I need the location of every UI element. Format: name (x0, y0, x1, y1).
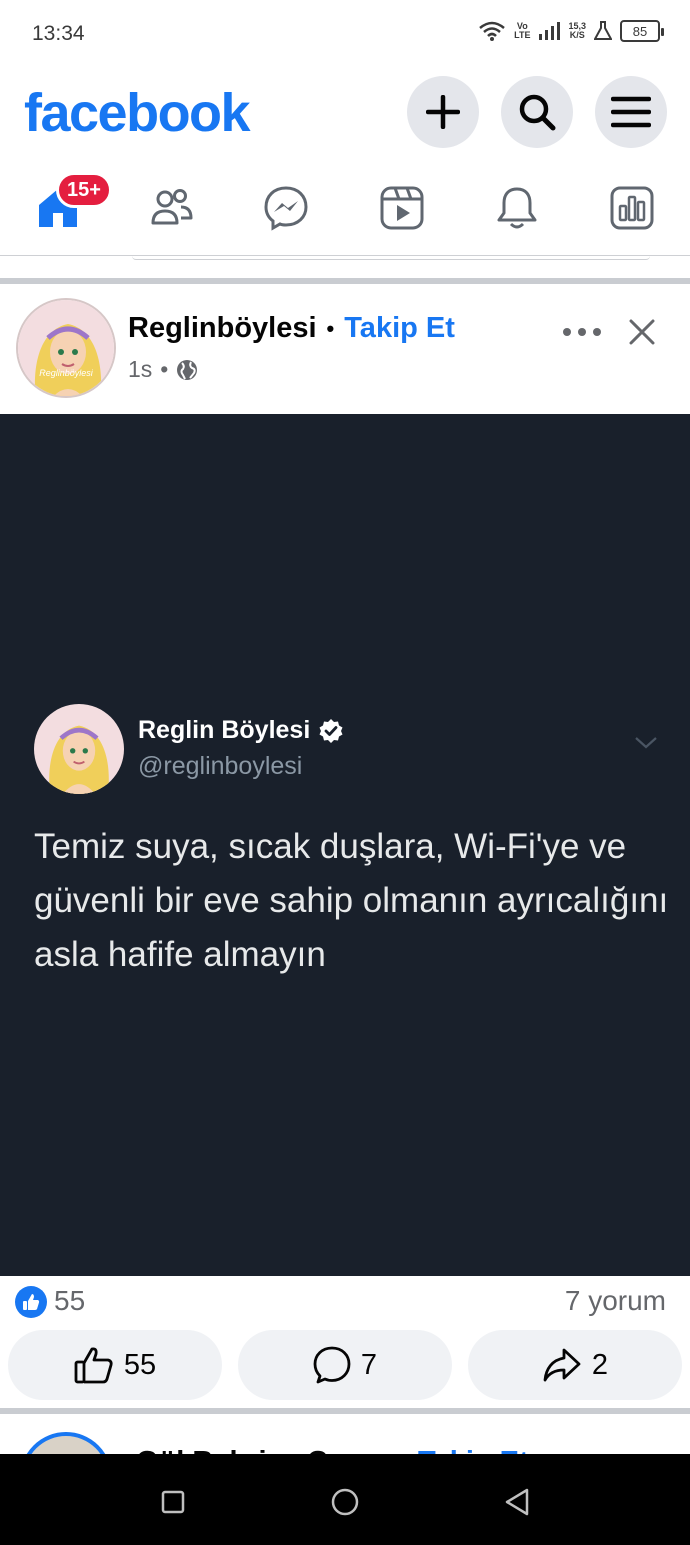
chevron-down-icon (635, 737, 657, 749)
separator-dot: • (326, 315, 335, 341)
menu-button[interactable] (595, 76, 667, 148)
follow-button[interactable]: Takip Et (344, 312, 455, 345)
video-icon (380, 186, 424, 230)
create-button[interactable] (407, 76, 479, 148)
dashboard-icon (610, 186, 654, 230)
status-icons: Vo LTE 15,3 K/S 85 (478, 20, 664, 42)
notification-badge: 15+ (56, 172, 112, 208)
author-avatar[interactable]: Reglinböylesi (16, 298, 116, 398)
comment-summary[interactable]: 7 yorum (565, 1285, 666, 1317)
post-meta: 1s • (128, 356, 198, 383)
next-post-avatar[interactable] (20, 1432, 112, 1454)
tweet-handle: @reglinboylesi (138, 752, 303, 780)
like-reaction-icon[interactable] (15, 1286, 47, 1318)
tab-video[interactable] (374, 180, 430, 236)
hide-post-button[interactable] (622, 312, 662, 352)
notifications-icon (497, 187, 537, 229)
share-count: 2 (591, 1348, 609, 1381)
tweet-avatar-illustration (34, 704, 124, 794)
feed-divider (0, 1408, 690, 1414)
globe-icon (177, 359, 198, 380)
back-triangle-icon (505, 1488, 529, 1516)
search-icon (519, 94, 556, 131)
like-button[interactable]: 55 (8, 1330, 222, 1400)
battery-indicator: 85 (620, 20, 664, 42)
square-icon (161, 1490, 185, 1514)
plus-icon (426, 95, 460, 129)
network-speed: 15,3 K/S (568, 21, 586, 40)
tweet-name-line: Reglin Böylesi (138, 716, 344, 745)
tweet-text: Temiz suya, sıcak duşlara, Wi-Fi'ye ve g… (34, 827, 669, 974)
post-header: Reglinböylesi Reglinböylesi • Takip Et 1… (0, 284, 690, 414)
composer-edge (132, 256, 650, 260)
share-icon (543, 1348, 581, 1382)
wifi-icon (479, 21, 505, 41)
next-post-preview: Gül Bahriye Can Takip Et (0, 1416, 690, 1454)
comment-count: 7 (360, 1348, 378, 1381)
main-navigation: 15+ (0, 160, 690, 256)
previous-content-edge (0, 256, 690, 278)
next-post-author[interactable]: Gül Bahriye Can (136, 1446, 362, 1454)
system-navigation-bar (0, 1454, 690, 1545)
like-icon (74, 1347, 113, 1384)
volte-indicator: Vo LTE (514, 21, 531, 40)
circle-icon (331, 1488, 359, 1516)
next-post-follow-button[interactable]: Takip Et (418, 1446, 529, 1454)
tab-dashboard[interactable] (604, 180, 660, 236)
tab-friends[interactable] (144, 180, 200, 236)
close-icon (629, 319, 655, 345)
home-button[interactable] (325, 1482, 365, 1522)
friends-icon (151, 189, 193, 225)
avatar-illustration (18, 300, 114, 396)
share-button[interactable]: 2 (468, 1330, 682, 1400)
signal-icon (539, 22, 561, 40)
thumbs-up-icon (23, 1294, 40, 1310)
author-line: Reglinböylesi • Takip Et (128, 312, 455, 345)
tab-notifications[interactable] (489, 180, 545, 236)
flask-icon (594, 21, 612, 40)
avatar-caption: Reglinböylesi (39, 368, 93, 378)
verified-icon (319, 718, 343, 743)
back-button[interactable] (497, 1482, 537, 1522)
reactions-summary: 55 7 yorum (0, 1276, 690, 1328)
comment-icon (313, 1346, 351, 1384)
app-header: facebook (0, 68, 690, 160)
status-bar: 13:34 Vo LTE 15,3 K/S 85 (0, 0, 690, 68)
recents-button[interactable] (153, 1482, 193, 1522)
search-button[interactable] (501, 76, 573, 148)
reaction-count[interactable]: 55 (54, 1285, 85, 1317)
author-name[interactable]: Reglinböylesi (128, 312, 317, 345)
messenger-icon (264, 186, 308, 231)
post-time[interactable]: 1s (128, 356, 152, 383)
more-options-button[interactable] (560, 314, 604, 350)
status-time: 13:34 (32, 22, 85, 45)
comment-button[interactable]: 7 (238, 1330, 452, 1400)
like-count: 55 (123, 1348, 157, 1381)
tweet-author-name: Reglin Böylesi (138, 716, 311, 744)
post-actions: 55 7 2 (0, 1330, 690, 1402)
tab-messenger[interactable] (258, 180, 314, 236)
more-icon (563, 328, 601, 336)
facebook-logo[interactable]: facebook (24, 82, 251, 144)
meta-separator: • (160, 356, 169, 382)
tweet-avatar (34, 704, 124, 794)
menu-icon (611, 96, 651, 128)
post-image[interactable]: Reglin Böylesi @reglinboylesi Temiz suya… (0, 414, 690, 1276)
